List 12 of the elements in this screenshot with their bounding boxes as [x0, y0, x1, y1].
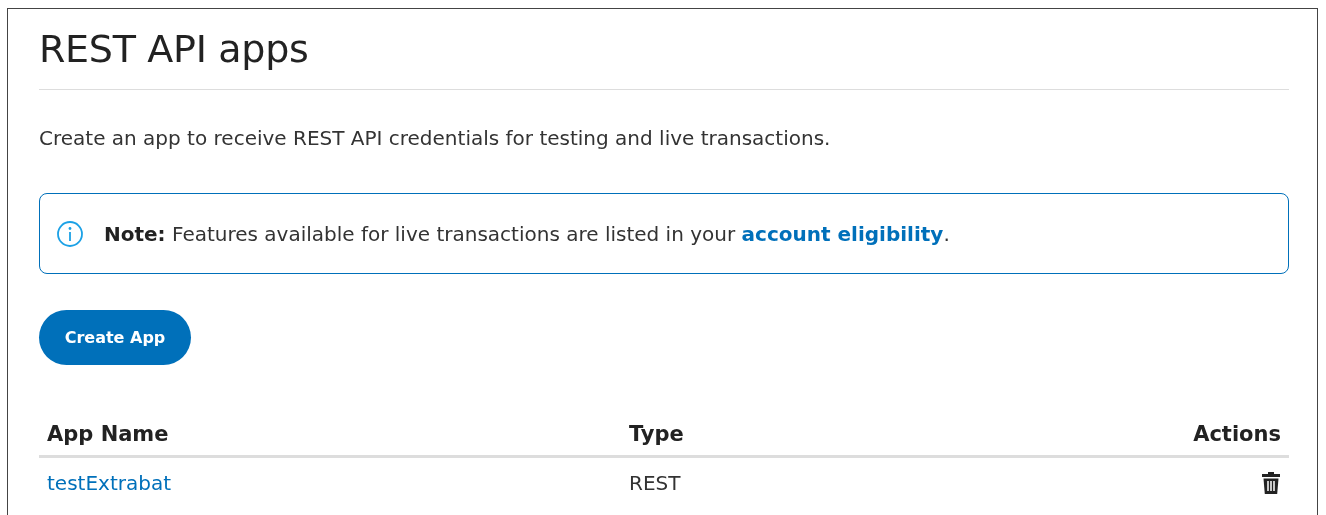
note-text: Note: Features available for live transactions are listed in your account eligibility.	[104, 221, 950, 246]
table-cell-text: REST	[629, 470, 681, 497]
description-text: Create an app to receive REST API credentials for testing and live transactions.	[39, 125, 832, 152]
column-header: Actions	[1193, 422, 1281, 446]
info-icon	[56, 219, 84, 248]
create-app-button[interactable]: Create App	[39, 310, 191, 365]
page-title: REST API apps	[39, 26, 310, 73]
column-header: App Name	[47, 422, 169, 446]
column-header: Type	[629, 422, 684, 446]
account-eligibility-link[interactable]: account eligibility	[741, 221, 944, 246]
app-name-link[interactable]: testExtrabat	[47, 458, 171, 508]
delete-icon[interactable]	[1261, 471, 1281, 495]
